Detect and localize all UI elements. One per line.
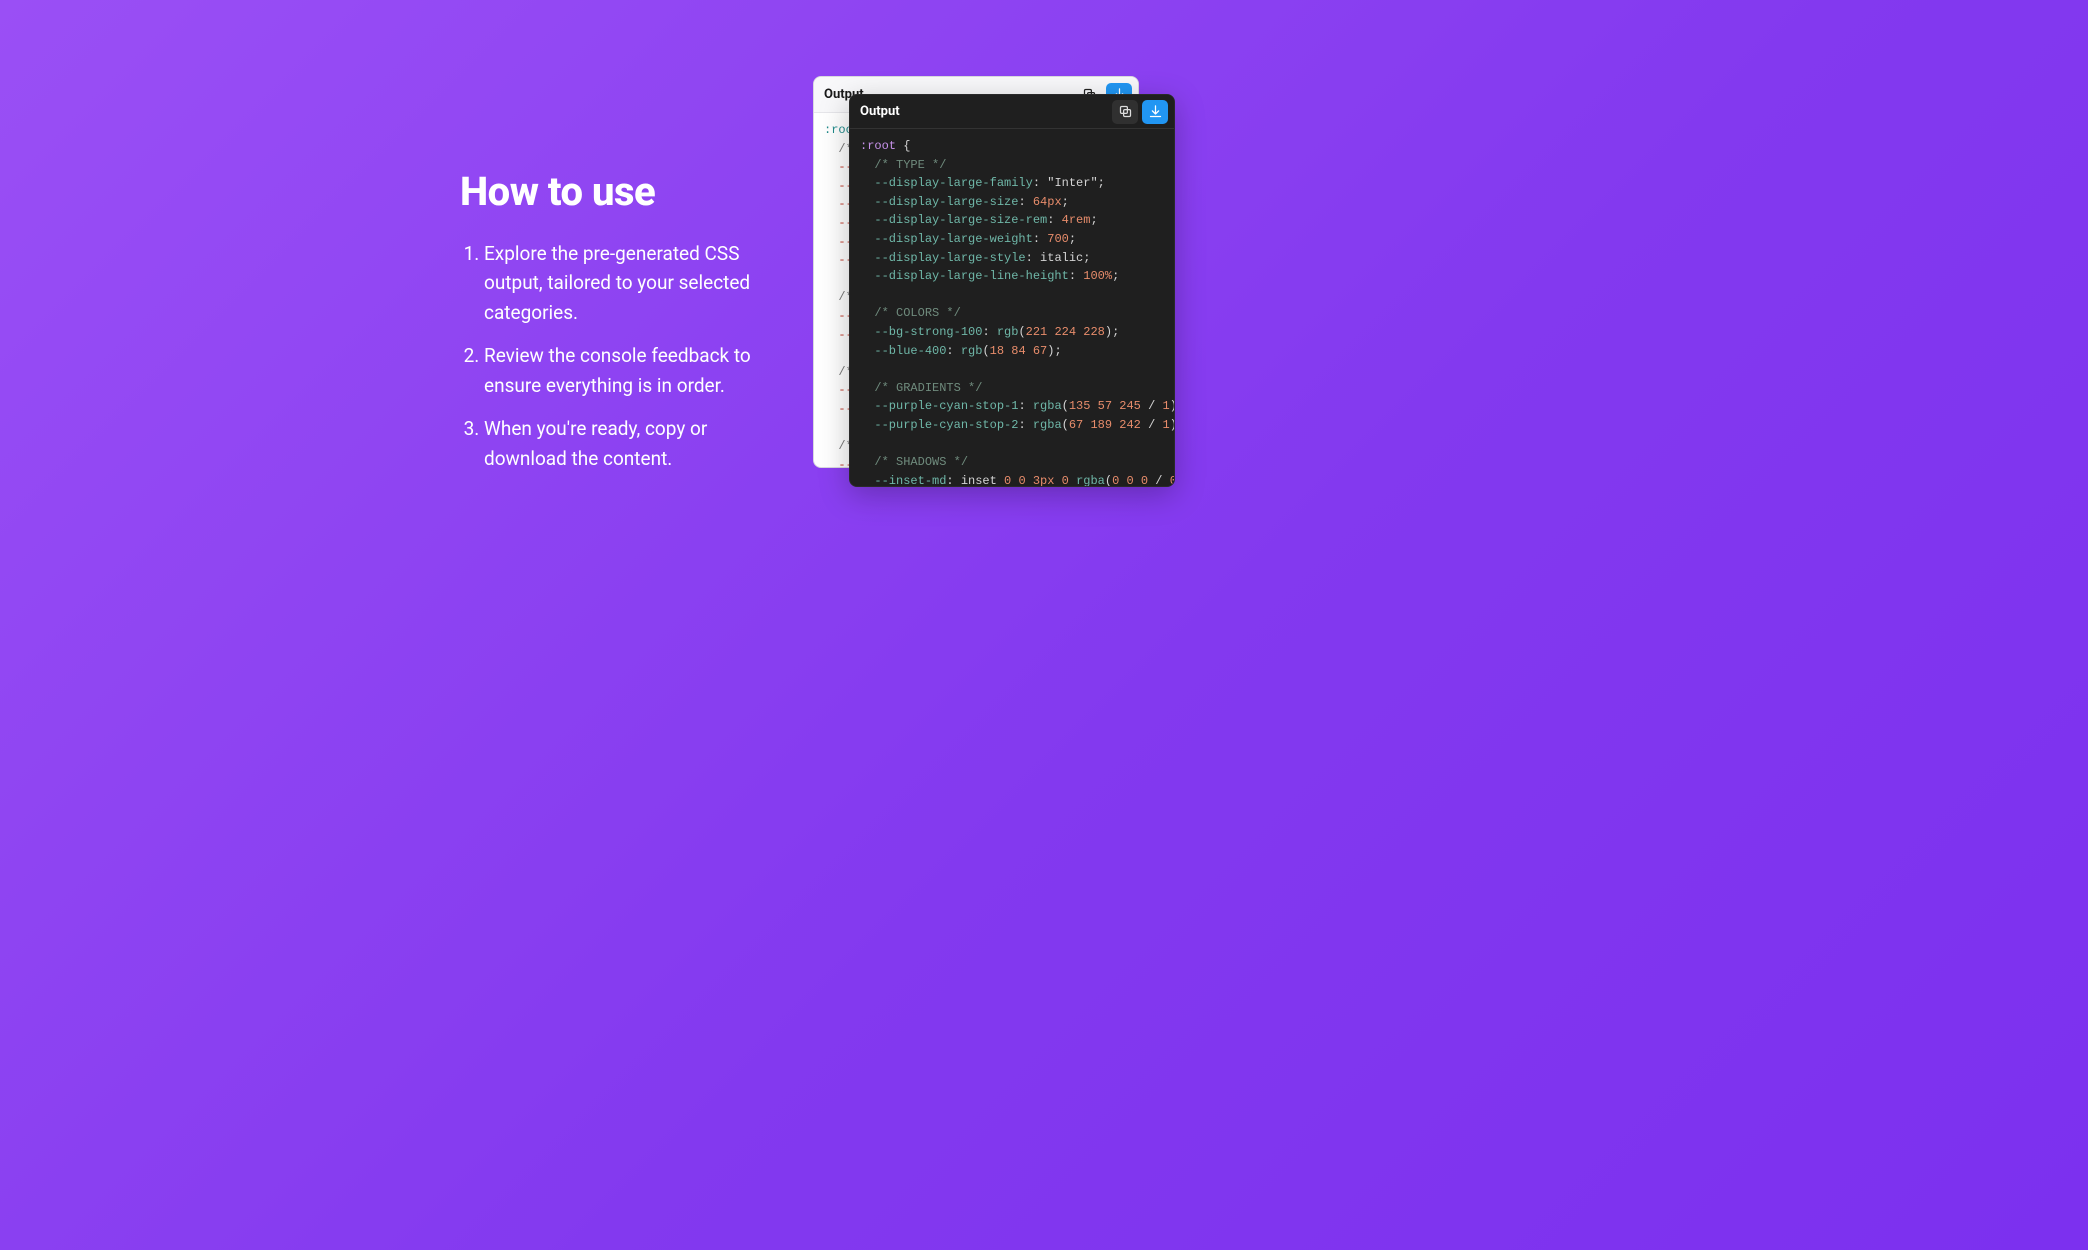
download-icon	[1148, 104, 1163, 119]
instructions-heading: How to use	[460, 168, 780, 215]
download-button[interactable]	[1142, 100, 1168, 124]
instructions-step: When you're ready, copy or download the …	[484, 414, 780, 473]
instructions-list: Explore the pre-generated CSS output, ta…	[460, 239, 780, 473]
copy-icon	[1118, 104, 1133, 119]
instructions-step: Explore the pre-generated CSS output, ta…	[484, 239, 780, 327]
instructions-step: Review the console feedback to ensure ev…	[484, 341, 780, 400]
instructions-block: How to use Explore the pre-generated CSS…	[460, 168, 780, 487]
output-panel-dark-body: :root { /* TYPE */ --display-large-famil…	[850, 129, 1174, 487]
output-panel-dark-header: Output	[850, 95, 1174, 129]
output-panel-dark-title: Output	[860, 104, 900, 119]
copy-button[interactable]	[1112, 100, 1138, 124]
output-panel-dark: Output :root { /* TYPE */ --display-larg…	[849, 94, 1175, 487]
